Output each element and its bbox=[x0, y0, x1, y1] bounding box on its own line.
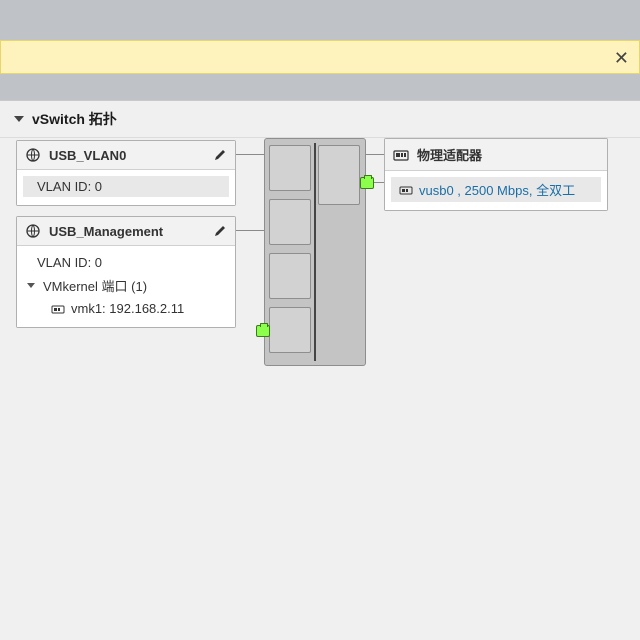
portgroup-card[interactable]: USB_VLAN0 VLAN ID: 0 bbox=[16, 140, 236, 206]
physical-adapters-title: 物理适配器 bbox=[417, 145, 599, 164]
switch-segment bbox=[269, 199, 311, 245]
portgroup-body: VLAN ID: 0 bbox=[17, 170, 235, 205]
panel-title: vSwitch 拓扑 bbox=[32, 109, 117, 129]
portgroup-header: USB_Management bbox=[17, 217, 235, 246]
collapse-toggle-icon[interactable] bbox=[14, 116, 24, 122]
portgroup-icon bbox=[25, 147, 41, 163]
adapter-link[interactable]: vusb0 , 2500 Mbps, 全双工 bbox=[419, 180, 575, 199]
vmkernel-section-row[interactable]: VMkernel 端口 (1) bbox=[23, 273, 229, 298]
nic-icon bbox=[393, 148, 409, 162]
vlan-id-label: VLAN ID: 0 bbox=[37, 179, 102, 194]
edit-icon[interactable] bbox=[213, 148, 227, 162]
close-icon[interactable]: ✕ bbox=[614, 48, 629, 69]
vlan-id-row: VLAN ID: 0 bbox=[23, 252, 229, 273]
topology-panel: vSwitch 拓扑 USB_VLAN0 VLAN ID: 0 bbox=[0, 100, 640, 640]
panel-header[interactable]: vSwitch 拓扑 bbox=[0, 101, 640, 138]
vmkernel-section-label: VMkernel 端口 (1) bbox=[43, 276, 147, 295]
nic-icon bbox=[399, 184, 413, 196]
switch-segment bbox=[269, 307, 311, 353]
physical-adapters-header: 物理适配器 bbox=[385, 139, 607, 171]
connector-line bbox=[236, 230, 264, 231]
switch-segment bbox=[318, 145, 360, 205]
portgroup-name: USB_VLAN0 bbox=[49, 148, 205, 163]
connector-line bbox=[366, 154, 384, 155]
edit-icon[interactable] bbox=[213, 224, 227, 238]
topology-canvas: USB_VLAN0 VLAN ID: 0 USB_Management bbox=[0, 138, 640, 418]
vmk-entry-row[interactable]: vmk1: 192.168.2.11 bbox=[23, 298, 229, 319]
notification-bar: ✕ bbox=[0, 40, 640, 74]
adapter-row[interactable]: vusb0 , 2500 Mbps, 全双工 bbox=[391, 177, 601, 202]
vlan-id-row: VLAN ID: 0 bbox=[23, 176, 229, 197]
switch-segment bbox=[269, 145, 311, 191]
vswitch-body bbox=[264, 138, 366, 366]
portgroup-name: USB_Management bbox=[49, 224, 205, 239]
chevron-down-icon bbox=[27, 283, 35, 288]
portgroup-icon bbox=[25, 223, 41, 239]
physical-adapters-card[interactable]: 物理适配器 vusb0 , 2500 Mbps, 全双工 bbox=[384, 138, 608, 211]
vlan-id-label: VLAN ID: 0 bbox=[37, 255, 102, 270]
uplink-port-icon bbox=[256, 325, 270, 337]
physical-adapters-body: vusb0 , 2500 Mbps, 全双工 bbox=[385, 171, 607, 210]
vmk-nic-icon bbox=[51, 303, 65, 315]
vmk-entry-label: vmk1: 192.168.2.11 bbox=[71, 301, 184, 316]
connector-line bbox=[236, 154, 264, 155]
portgroup-card[interactable]: USB_Management VLAN ID: 0 VMkernel 端口 (1… bbox=[16, 216, 236, 328]
switch-divider bbox=[314, 143, 316, 361]
portgroup-header: USB_VLAN0 bbox=[17, 141, 235, 170]
portgroup-body: VLAN ID: 0 VMkernel 端口 (1) vmk1: 192.168… bbox=[17, 246, 235, 327]
uplink-port-icon bbox=[360, 177, 374, 189]
switch-segment bbox=[269, 253, 311, 299]
